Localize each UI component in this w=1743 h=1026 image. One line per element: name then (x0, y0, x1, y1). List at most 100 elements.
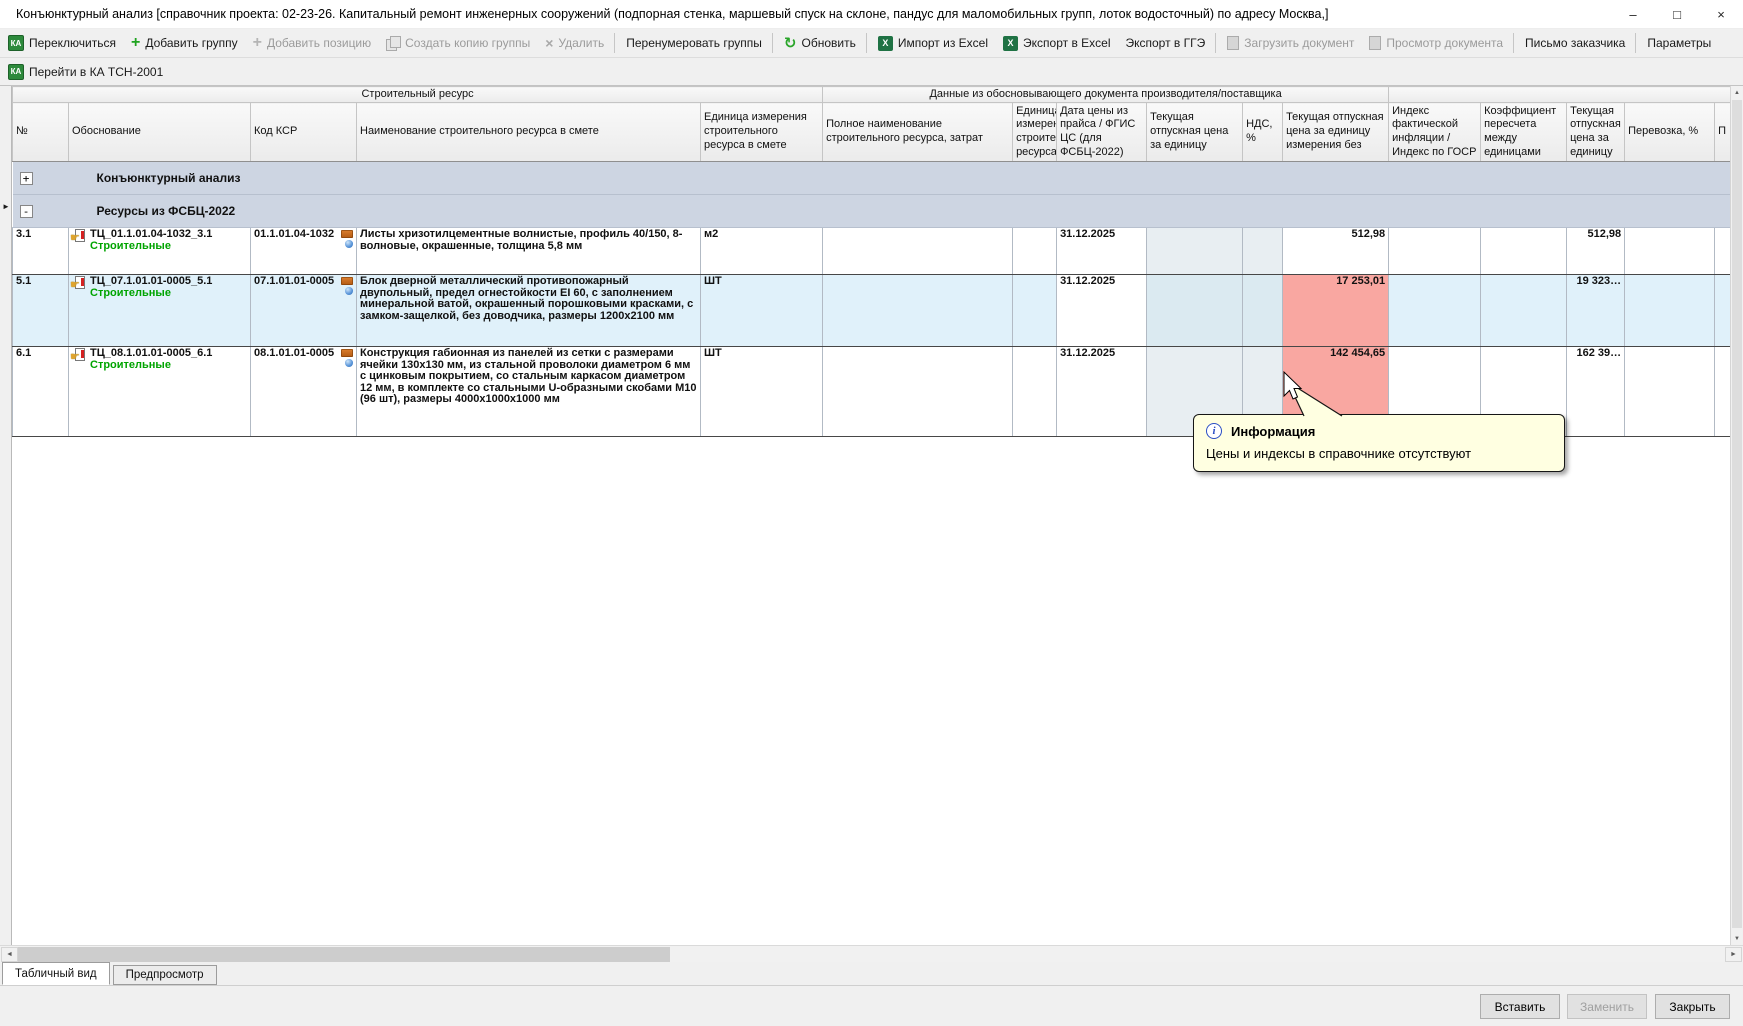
group-row-conjuncture-analysis[interactable]: + Конъюнктурный анализ (13, 162, 1731, 195)
cell-conversion-factor[interactable] (1481, 228, 1567, 275)
horizontal-scroll-thumb[interactable] (18, 947, 670, 962)
vertical-scrollbar[interactable]: ▲ ▼ (1730, 86, 1743, 945)
refresh-button[interactable]: ↻ Обновить (777, 31, 863, 55)
cell-resource-name[interactable]: Конструкция габионная из панелей из сетк… (357, 347, 701, 437)
scroll-left-icon[interactable]: ◄ (1, 947, 18, 962)
scroll-right-icon[interactable]: ► (1725, 947, 1742, 962)
cell-transport[interactable] (1625, 228, 1715, 275)
secondary-toolbar: КА Перейти в КА ТСН-2001 (0, 57, 1743, 86)
copy-group-button[interactable]: Создать копию группы (379, 31, 537, 55)
cell-full-name[interactable] (823, 228, 1013, 275)
cell-ksr-code[interactable]: 08.1.01.01-0005 (251, 347, 357, 437)
vertical-scroll-thumb[interactable] (1732, 100, 1742, 928)
delete-button[interactable]: × Удалить (538, 31, 611, 55)
cell-unit[interactable]: м2 (701, 228, 823, 275)
cell-unit[interactable]: ШТ (701, 275, 823, 347)
cell-justification[interactable]: ☛ ТЦ_07.1.01.01-0005_5.1 Строительные (69, 275, 251, 347)
switch-button[interactable]: КА Переключиться (1, 31, 123, 55)
cell-justification[interactable]: ☛ ТЦ_01.1.01.04-1032_3.1 Строительные (69, 228, 251, 275)
toolbar-separator (772, 33, 773, 53)
window-title: Конъюнктурный анализ [справочник проекта… (0, 7, 1611, 21)
close-button[interactable]: × (1699, 0, 1743, 28)
go-to-ka-tsn-button[interactable]: КА Перейти в КА ТСН-2001 (1, 60, 170, 84)
resource-category: Строительные (90, 240, 171, 252)
cell-truncated[interactable] (1715, 347, 1731, 437)
cell-justification[interactable]: ☛ ТЦ_08.1.01.01-0005_6.1 Строительные (69, 347, 251, 437)
add-group-button[interactable]: + Добавить группу (124, 31, 245, 55)
excel-icon: X (1003, 36, 1018, 51)
cell-unit-supplier[interactable] (1013, 347, 1057, 437)
close-dialog-button[interactable]: Закрыть (1655, 994, 1730, 1019)
cell-vat[interactable] (1243, 275, 1283, 347)
scroll-up-icon[interactable]: ▲ (1731, 86, 1743, 99)
expand-button[interactable]: + (20, 172, 33, 185)
cell-inflation-index[interactable] (1389, 228, 1481, 275)
view-document-button[interactable]: Просмотр документа (1362, 31, 1510, 55)
replace-button[interactable]: Заменить (1567, 994, 1647, 1019)
cell-resource-name[interactable]: Листы хризотилцементные волнистые, профи… (357, 228, 701, 275)
justification-code: ТЦ_01.1.01.04-1032_3.1 (90, 228, 212, 240)
col-header-price-per-unit: Текущая отпускная цена за единицу (1567, 103, 1625, 162)
cell-ksr-code[interactable]: 01.1.01.04-1032 (251, 228, 357, 275)
cell-price-per-unit[interactable]: 512,98 (1567, 228, 1625, 275)
cell-price-per-unit[interactable]: 162 39… (1567, 347, 1625, 437)
cell-current-price[interactable] (1147, 275, 1243, 347)
footer-bar: Вставить Заменить Закрыть (0, 985, 1743, 1026)
table-row: 3.1 ☛ ТЦ_01.1.01.04-1032_3.1 Строительны… (13, 228, 1731, 275)
cell-transport[interactable] (1625, 347, 1715, 437)
cell-price-date[interactable]: 31.12.2025 (1057, 228, 1147, 275)
cell-inflation-index[interactable] (1389, 275, 1481, 347)
cell-number[interactable]: 5.1 (13, 275, 69, 347)
bricks-icon (341, 349, 353, 357)
minimize-button[interactable]: – (1611, 0, 1655, 28)
cell-unit[interactable]: ШТ (701, 347, 823, 437)
customer-letter-button[interactable]: Письмо заказчика (1518, 31, 1632, 55)
col-header-justification: Обоснование (69, 103, 251, 162)
import-excel-button[interactable]: X Импорт из Excel (871, 31, 995, 55)
maximize-button[interactable]: □ (1655, 0, 1699, 28)
refresh-icon: ↻ (784, 36, 797, 51)
cell-full-name[interactable] (823, 275, 1013, 347)
cell-price-no-vat[interactable]: 512,98 (1283, 228, 1389, 275)
group-row-fsbc-resources[interactable]: - Ресурсы из ФСБЦ-2022 (13, 195, 1731, 228)
insert-button[interactable]: Вставить (1480, 994, 1560, 1019)
parameters-button[interactable]: Параметры (1640, 31, 1718, 55)
col-header-name: Наименование строительного ресурса в сме… (357, 103, 701, 162)
load-document-button[interactable]: Загрузить документ (1220, 31, 1361, 55)
cell-resource-name[interactable]: Блок дверной металлический противопожарн… (357, 275, 701, 347)
add-position-button[interactable]: + Добавить позицию (246, 31, 379, 55)
document-icon (1227, 36, 1239, 50)
export-gge-button[interactable]: Экспорт в ГГЭ (1119, 31, 1213, 55)
cell-price-no-vat[interactable]: 17 253,01 (1283, 275, 1389, 347)
cell-truncated[interactable] (1715, 275, 1731, 347)
cell-current-price[interactable] (1147, 228, 1243, 275)
tab-table-view[interactable]: Табличный вид (2, 962, 110, 985)
col-header-vat: НДС, % (1243, 103, 1283, 162)
cell-ksr-code[interactable]: 07.1.01.01-0005 (251, 275, 357, 347)
toolbar-separator (1635, 33, 1636, 53)
cell-price-per-unit[interactable]: 19 323… (1567, 275, 1625, 347)
export-excel-button[interactable]: X Экспорт в Excel (996, 31, 1117, 55)
cell-transport[interactable] (1625, 275, 1715, 347)
col-header-full-name: Полное наименование строительного ресурс… (823, 103, 1013, 162)
cell-price-date[interactable]: 31.12.2025 (1057, 347, 1147, 437)
collapse-button[interactable]: - (20, 205, 33, 218)
cell-number[interactable]: 6.1 (13, 347, 69, 437)
tooltip-text: Цены и индексы в справочнике отсутствуют (1206, 446, 1552, 461)
cell-truncated[interactable] (1715, 228, 1731, 275)
cell-unit-supplier[interactable] (1013, 275, 1057, 347)
tab-preview[interactable]: Предпросмотр (113, 965, 217, 985)
col-header-truncated: П (1715, 103, 1731, 162)
cell-vat[interactable] (1243, 228, 1283, 275)
load-document-label: Загрузить документ (1244, 36, 1354, 50)
delete-label: Удалить (558, 36, 604, 50)
cell-conversion-factor[interactable] (1481, 275, 1567, 347)
copy-icon (386, 36, 400, 50)
cell-number[interactable]: 3.1 (13, 228, 69, 275)
cell-unit-supplier[interactable] (1013, 228, 1057, 275)
cell-full-name[interactable] (823, 347, 1013, 437)
horizontal-scrollbar[interactable]: ◄ ► (0, 945, 1743, 962)
scroll-down-icon[interactable]: ▼ (1731, 932, 1743, 945)
renumber-groups-button[interactable]: Перенумеровать группы (619, 31, 769, 55)
cell-price-date[interactable]: 31.12.2025 (1057, 275, 1147, 347)
